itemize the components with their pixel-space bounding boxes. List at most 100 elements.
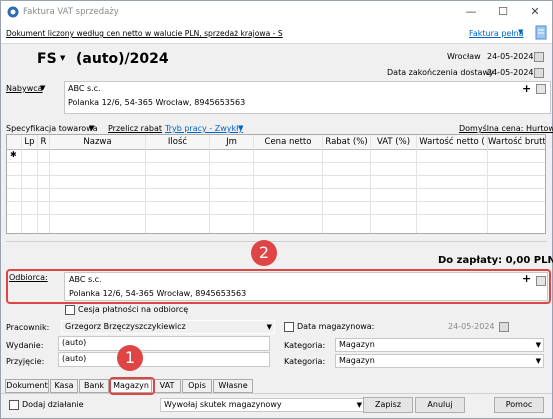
employee-value: Grzegorz Brzęczyszczykiewicz (65, 322, 186, 331)
chevron-down-icon[interactable]: ▼ (267, 321, 272, 333)
new-row-marker-icon: ✱ (10, 150, 17, 159)
step-badge-1: 1 (117, 345, 143, 371)
divider (6, 241, 547, 242)
recalc-discount-link[interactable]: Przelicz rabat (108, 124, 162, 133)
column-header-gross-value[interactable]: Wartość brutt (488, 135, 545, 150)
table-row-separator (7, 201, 545, 202)
receipt-field[interactable] (58, 352, 270, 367)
table-row-separator (7, 162, 545, 163)
category2-label: Kategoria: (284, 357, 326, 366)
work-mode-caret-icon[interactable]: ▼ (238, 124, 243, 132)
calendar-icon[interactable] (534, 52, 544, 62)
close-button[interactable]: ✕ (521, 4, 549, 20)
document-number: (auto)/2024 (76, 51, 169, 67)
default-price-link[interactable]: Domyślna cena: Hurtowa (459, 124, 553, 133)
document-type[interactable]: FS (37, 51, 57, 67)
cession-checkbox[interactable] (65, 305, 75, 315)
category1-label: Kategoria: (284, 341, 326, 350)
receipt-label: Przyjęcie: (6, 357, 45, 366)
employee-label: Pracownik: (6, 323, 50, 332)
total-to-pay: Do zapłaty: 0,00 PLN (438, 255, 553, 266)
column-header-lp[interactable]: Lp (22, 135, 38, 150)
divider (1, 393, 552, 394)
add-action-checkbox[interactable] (9, 400, 19, 410)
buyer-name: ABC s.c. (68, 84, 101, 93)
table-col-separator (253, 135, 254, 233)
delivery-date-label: Data zakończenia dostawy (387, 68, 494, 77)
warehouse-date-label: Data magazynowa: (297, 322, 375, 331)
warehouse-calendar-icon[interactable] (499, 322, 509, 332)
table-col-separator (49, 135, 50, 233)
help-button[interactable]: Pomoc (494, 397, 544, 413)
chevron-down-icon[interactable]: ▼ (536, 339, 541, 351)
delivery-date-field[interactable]: 24-05-2024 (487, 68, 534, 77)
maximize-button[interactable]: ☐ (489, 4, 517, 20)
issue-value: (auto) (62, 338, 87, 347)
tab-opis[interactable]: Opis (182, 379, 212, 393)
category2-value: Magazyn (339, 356, 375, 365)
receipt-value: (auto) (62, 354, 87, 363)
add-buyer-icon[interactable]: + (522, 82, 531, 95)
document-icon[interactable] (535, 25, 547, 40)
delivery-calendar-icon[interactable] (534, 68, 544, 78)
place-field[interactable]: Wrocław (447, 52, 481, 61)
minimize-button[interactable]: — (457, 4, 485, 20)
table-row-separator (7, 214, 545, 215)
spec-caret-icon[interactable]: ▼ (89, 124, 94, 132)
window-title: Faktura VAT sprzedaży (23, 7, 119, 17)
save-button[interactable]: Zapisz (363, 397, 413, 413)
column-header-discount[interactable]: Rabat (%) (323, 135, 371, 150)
category1-value: Magazyn (339, 340, 375, 349)
tab-kasa[interactable]: Kasa (50, 379, 78, 393)
tab-wlasne[interactable]: Własne (213, 379, 253, 393)
column-header-quantity[interactable]: Ilość (146, 135, 210, 150)
receiver-highlight (6, 269, 551, 304)
column-header-unit[interactable]: Jm (210, 135, 254, 150)
cancel-button[interactable]: Anuluj (415, 397, 465, 413)
warehouse-date-field[interactable]: 24-05-2024 (448, 322, 495, 331)
effect-select[interactable]: Wywołaj skutek magazynowy ▼ (160, 398, 365, 412)
invoice-window: Faktura VAT sprzedaży — ☐ ✕ Dokument lic… (0, 0, 553, 419)
table-col-separator (21, 135, 22, 233)
items-table[interactable]: Lp R Nazwa Ilość Jm Cena netto Rabat (%)… (6, 134, 546, 234)
magazyn-tab-highlight (109, 377, 155, 395)
issue-date-field[interactable]: 24-05-2024 (487, 52, 534, 61)
table-row-separator (7, 188, 545, 189)
column-header-net-value[interactable]: Wartość netto ( (417, 135, 488, 150)
buyer-label[interactable]: Nabywca (6, 84, 43, 93)
faktura-type-link[interactable]: Faktura pełna (469, 29, 524, 38)
spec-label: Specyfikacja towarowa (6, 124, 98, 133)
tab-vat[interactable]: VAT (153, 379, 181, 393)
table-col-separator (322, 135, 323, 233)
category1-select[interactable]: Magazyn ▼ (335, 338, 544, 352)
tab-dokument[interactable]: Dokument (5, 379, 49, 393)
column-header-vat[interactable]: VAT (%) (371, 135, 417, 150)
cession-label: Cesja płatności na odbiorcę (78, 305, 189, 314)
work-mode-link[interactable]: Tryb pracy - Zwykły (165, 124, 243, 133)
buyer-address: Polanka 12/6, 54-365 Wrocław, 8945653563 (68, 98, 246, 107)
warehouse-date-checkbox[interactable] (284, 322, 294, 332)
column-header-name[interactable]: Nazwa (50, 135, 146, 150)
app-icon (7, 6, 19, 18)
table-col-separator (209, 135, 210, 233)
step-badge-2: 2 (251, 240, 277, 266)
buyer-caret-icon[interactable]: ▼ (40, 84, 45, 92)
table-row-separator (7, 175, 545, 176)
issue-label: Wydanie: (6, 341, 44, 350)
faktura-type-caret-icon[interactable]: ▼ (518, 28, 523, 36)
document-info-link[interactable]: Dokument liczony według cen netto w walu… (6, 29, 283, 38)
employee-select[interactable]: Grzegorz Brzęczyszczykiewicz ▼ (61, 320, 275, 334)
issue-field[interactable] (58, 336, 270, 351)
add-action-label: Dodaj działanie (22, 400, 84, 409)
table-col-separator (487, 135, 488, 233)
buyer-details-icon[interactable] (536, 84, 546, 94)
category2-select[interactable]: Magazyn ▼ (335, 354, 544, 368)
table-col-separator (416, 135, 417, 233)
chevron-down-icon[interactable]: ▼ (536, 355, 541, 367)
table-col-separator (370, 135, 371, 233)
chevron-down-icon[interactable]: ▼ (357, 399, 362, 411)
tab-bank[interactable]: Bank (79, 379, 109, 393)
table-col-separator (145, 135, 146, 233)
column-header-net-price[interactable]: Cena netto (254, 135, 323, 150)
document-type-caret-icon[interactable]: ▼ (60, 54, 65, 62)
